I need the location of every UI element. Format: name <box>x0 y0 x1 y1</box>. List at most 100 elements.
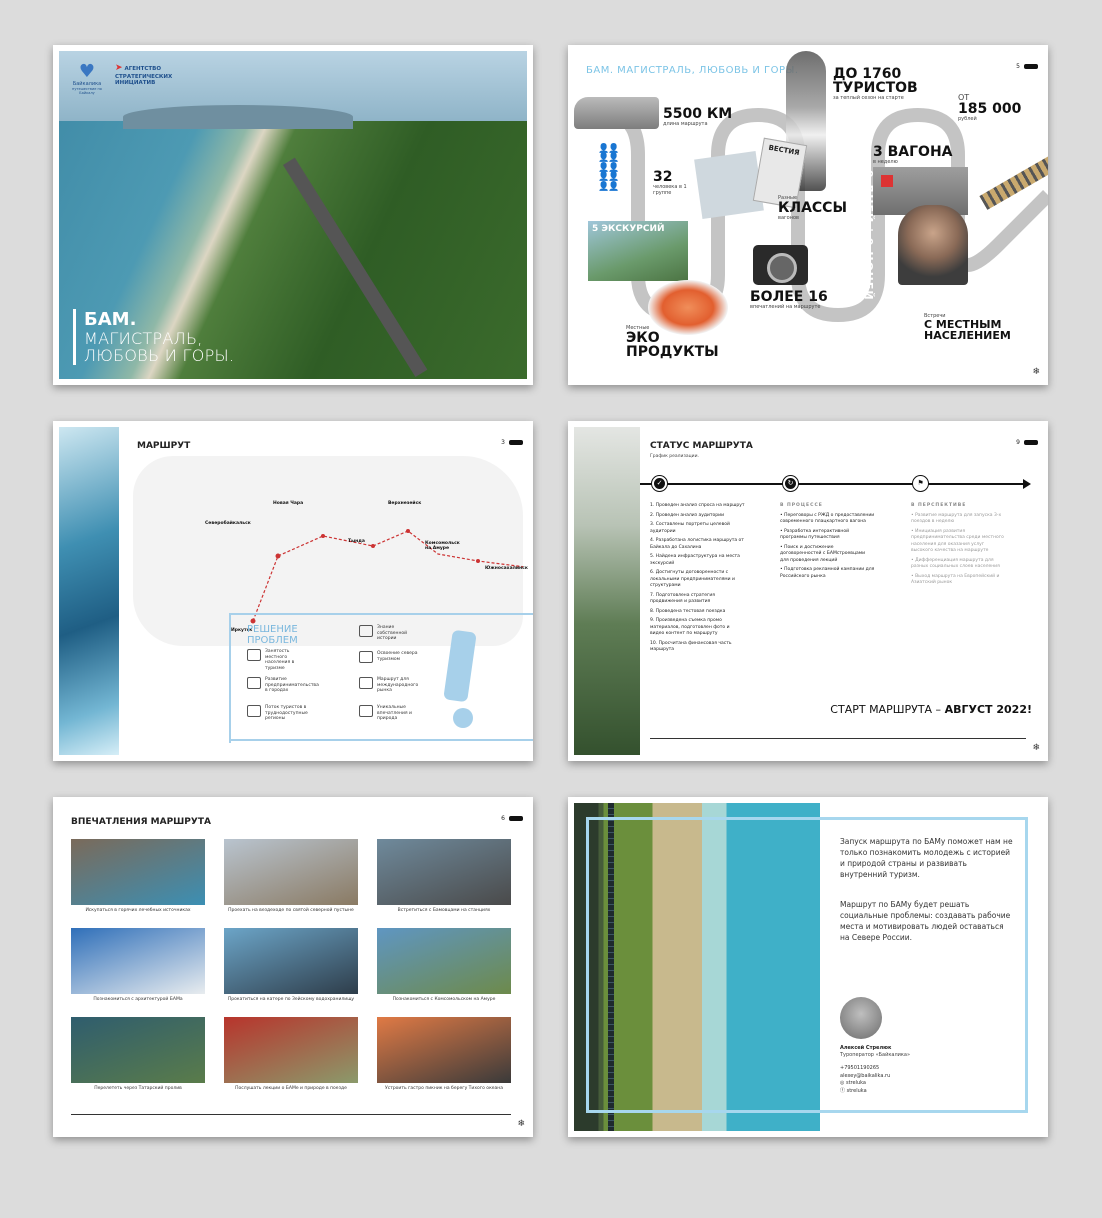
city-label: Верхнезейск <box>388 501 422 506</box>
forest-photo <box>574 427 640 755</box>
excursions-stat: 5 ЭКСКУРСИЙ <box>592 224 665 234</box>
stat-classes: Разные КЛАССЫ вагонов <box>778 195 847 221</box>
city-label: Комсомольск на Амуре <box>425 541 460 551</box>
contact-details: +79501190265 alexey@baikalika.ru ◎ strel… <box>840 1065 890 1095</box>
paragraph-2: Маршрут по БАМу будет решать социальные … <box>840 900 1011 942</box>
impression-photo <box>71 928 205 994</box>
check-icon: ✓ <box>652 476 667 491</box>
slide-heading: БАМ. МАГИСТРАЛЬ, ЛЮБОВЬ И ГОРЫ. <box>586 65 799 76</box>
impression-caption: Познакомиться с Комсомольском на Амуре <box>392 997 496 1002</box>
impression-card: Искупаться в горячих лечебных источниках <box>71 839 205 922</box>
city-label: Новая Чара <box>273 501 304 506</box>
impression-photo <box>71 839 205 905</box>
impression-caption: Прокатиться на катере по Зейскому водохр… <box>227 997 355 1002</box>
slide-heading: МАРШРУТ <box>137 441 191 451</box>
impression-photo <box>224 1017 358 1083</box>
impression-caption: Искупаться в горячих лечебных источниках <box>85 908 191 913</box>
problem-item: Уникальные впечатления и природа <box>359 705 419 722</box>
stat-km: 5500 КМ длина маршрута <box>663 106 733 127</box>
contact-role: Туроператор «Байкалика» <box>840 1052 911 1058</box>
baikalika-logo: ♥ Байкалика путешествие по Байкалу <box>72 61 102 96</box>
slide-status: СТАТУС МАРШРУТА График реализации. 9 ✓ ↻… <box>568 421 1048 761</box>
people-icons: 👤👤 👤👤 👤👤 👤👤 👤👤 <box>598 144 619 192</box>
impression-card: Перелететь через Татарский пролив <box>71 1017 205 1100</box>
impression-photo <box>224 928 358 994</box>
divider-line <box>229 739 533 741</box>
problem-item: Поток туристов в труднодоступные регионы <box>247 705 308 722</box>
stat-impressions: БОЛЕЕ 16 впечатлений на маршруте <box>750 289 828 310</box>
ice-photo <box>59 427 119 755</box>
stat-eco: Местные ЭКО ПРОДУКТЫ <box>626 325 719 360</box>
impression-photo <box>377 839 511 905</box>
newspaper-image <box>694 150 764 220</box>
page-number: 3 <box>501 439 523 446</box>
days-stat: 9 ДНЕЙ | 9 НОЧЕЙ <box>862 170 875 301</box>
page-number: 6 <box>501 815 523 822</box>
problem-item: Знание собственной истории <box>359 625 419 642</box>
problem-item: Занятость местного населения в туризме <box>247 649 307 672</box>
impression-card: Познакомиться с Комсомольском на Амуре <box>377 928 511 1011</box>
divider-line <box>71 1114 511 1115</box>
problem-item: Маршрут для международного рынка <box>359 677 419 694</box>
instagram-icon: ◎ <box>840 1080 845 1086</box>
impression-photo <box>377 928 511 994</box>
rzd-logo-icon <box>881 175 893 187</box>
impression-caption: Послушать лекции о БАМе и природе в поез… <box>235 1086 347 1091</box>
contact-facebook[interactable]: ⓕ streluka <box>840 1088 890 1096</box>
snowflake-icon: ❄ <box>517 1119 525 1129</box>
problems-title: РЕШЕНИЕ ПРОБЛЕМ <box>247 624 298 646</box>
city-label: Южносахалинск <box>485 566 528 571</box>
logos: ♥ Байкалика путешествие по Байкалу ➤ АГЕ… <box>71 61 175 96</box>
contact-phone[interactable]: +79501190265 <box>840 1065 890 1073</box>
asi-logo: ➤ АГЕНТСТВО СТРАТЕГИЧЕСКИХ ИНИЦИАТИВ <box>115 63 173 87</box>
problem-item: Развитие предпринимательства в городах <box>247 677 319 694</box>
cover-title-line3: ЛЮБОВЬ И ГОРЫ. <box>84 346 235 366</box>
in-process-column: В ПРОЦЕССЕ • Переговоры с РЖД о предоста… <box>780 503 875 579</box>
facebook-icon: ⓕ <box>840 1087 846 1094</box>
start-date: СТАРТ МАРШРУТА – АВГУСТ 2022! <box>830 703 1032 716</box>
impression-card: Прокатиться на катере по Зейскому водохр… <box>224 928 358 1011</box>
stat-tourists: ДО 1760 ТУРИСТОВ за теплый сезон на стар… <box>833 66 918 101</box>
local-man-image <box>898 205 968 285</box>
impression-caption: Перелететь через Татарский пролив <box>94 1086 182 1091</box>
exclamation-dot-icon <box>453 708 473 728</box>
impressions-grid: Искупаться в горячих лечебных источниках… <box>71 839 515 1100</box>
lake-image: 5 ЭКСКУРСИЙ <box>588 221 688 281</box>
contact-email[interactable]: alexey@baikalika.ru <box>840 1073 890 1081</box>
asi-arrow-icon: ➤ <box>115 63 123 73</box>
impression-card: Послушать лекции о БАМе и природе в поез… <box>224 1017 358 1100</box>
page-number: 5 <box>1016 63 1038 70</box>
divider-line <box>650 738 1026 739</box>
contact-instagram[interactable]: ◎ streluka <box>840 1080 890 1088</box>
problems-box: РЕШЕНИЕ ПРОБЛЕМ Занятость местного насел… <box>229 613 533 743</box>
stat-price: ОТ 185 000 рублей <box>958 93 1022 122</box>
flag-icon: ⚑ <box>913 476 928 491</box>
cover-mountains <box>123 105 353 129</box>
slide-impressions: ВПЕЧАТЛЕНИЯ МАРШРУТА 6 Искупаться в горя… <box>53 797 533 1137</box>
slide-cover: ♥ Байкалика путешествие по Байкалу ➤ АГЕ… <box>53 45 533 385</box>
slide-stats: БАМ. МАГИСТРАЛЬ, ЛЮБОВЬ И ГОРЫ. 5 ВЕСТИЯ… <box>568 45 1048 385</box>
slide-subheading: График реализации. <box>650 454 699 459</box>
done-column: 1. Проведен анализ спроса на маршрут 2. … <box>650 503 745 653</box>
train-image <box>574 97 659 129</box>
problem-item: Освоение севера туризмом <box>359 651 419 664</box>
stat-group: 32 человека в 1 группе <box>653 169 687 196</box>
impression-caption: Познакомиться с архитектурой БАМа <box>93 997 183 1002</box>
cover-title: БАМ. МАГИСТРАЛЬ, ЛЮБОВЬ И ГОРЫ. <box>73 308 235 366</box>
impression-card: Познакомиться с архитектурой БАМа <box>71 928 205 1011</box>
cover-title-bold: БАМ. <box>84 308 137 330</box>
stat-meet: Встречи С МЕСТНЫМ НАСЕЛЕНИЕМ <box>924 313 1011 342</box>
impression-caption: Встретиться с Бамовцами на станциях <box>397 908 491 913</box>
impression-card: Встретиться с Бамовцами на станциях <box>377 839 511 922</box>
progress-icon: ↻ <box>783 476 798 491</box>
heart-icon: ♥ <box>78 61 96 82</box>
slide-contact: Запуск маршрута по БАМу поможет нам не т… <box>568 797 1048 1137</box>
slide-heading: СТАТУС МАРШРУТА <box>650 441 753 451</box>
impression-photo <box>224 839 358 905</box>
cover-title-line2: МАГИСТРАЛЬ, <box>84 328 203 348</box>
impression-photo <box>377 1017 511 1083</box>
timeline-line <box>640 483 1025 485</box>
city-label: Тында <box>348 539 365 544</box>
slide-heading: ВПЕЧАТЛЕНИЯ МАРШРУТА <box>71 817 211 827</box>
contact-name: Алексей Стрелюк <box>840 1045 892 1051</box>
